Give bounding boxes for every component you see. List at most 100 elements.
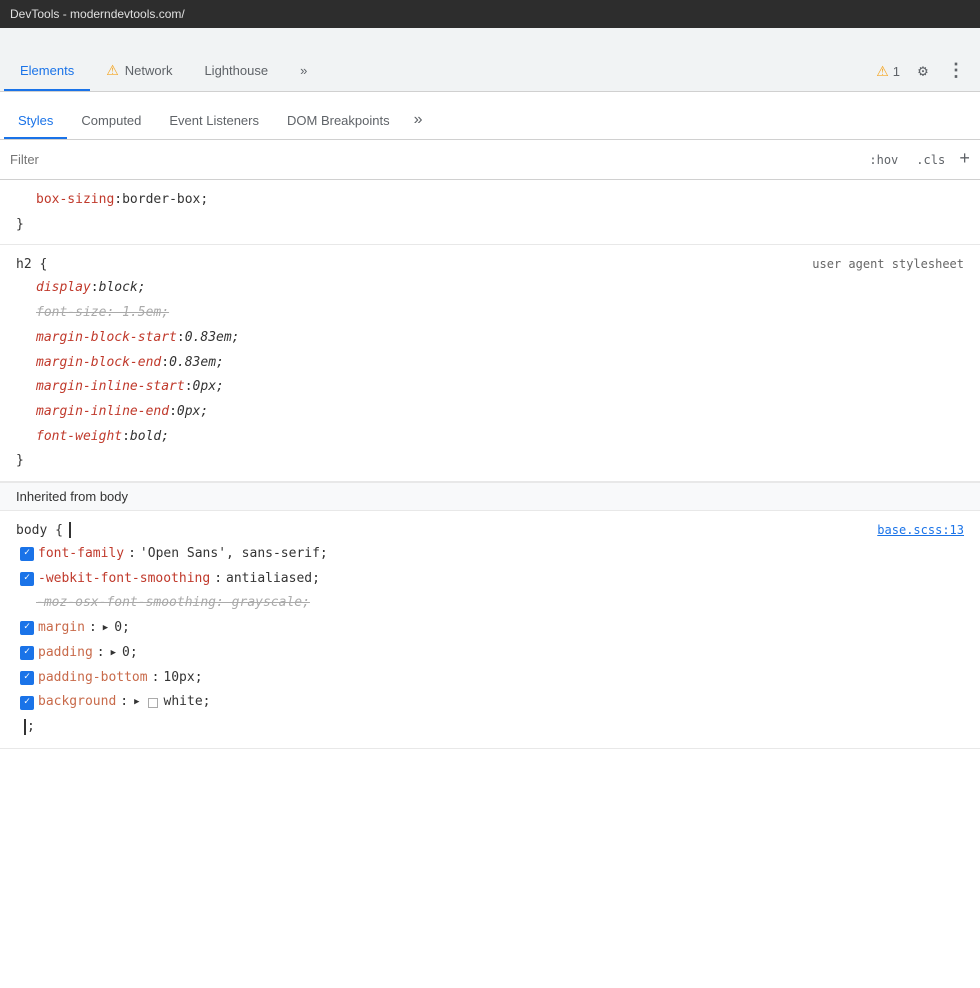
prop-margin-line: margin : ▶ 0; bbox=[16, 616, 964, 641]
prop-font-weight: font-weight : bold; bbox=[16, 425, 964, 450]
top-tabs-bar: Elements ⚠ Network Lighthouse » ⚠ 1 ⚙ ⋮ bbox=[0, 28, 980, 92]
warning-count: 1 bbox=[893, 64, 900, 79]
prop-value-margin-inline-end: 0px; bbox=[177, 400, 208, 425]
body-section: body { base.scss:13 font-family : 'Open … bbox=[0, 511, 980, 749]
prop-box-sizing: box-sizing : border-box; bbox=[16, 188, 964, 213]
filter-input[interactable] bbox=[10, 152, 865, 167]
tab-elements[interactable]: Elements bbox=[4, 51, 90, 91]
font-family-checkbox[interactable] bbox=[20, 547, 34, 561]
sub-tab-styles-label: Styles bbox=[18, 113, 53, 128]
prop-value-font-family: 'Open Sans', sans-serif; bbox=[140, 542, 328, 567]
prop-name-margin-inline-end: margin-inline-end bbox=[36, 400, 169, 425]
warning-icon: ⚠ bbox=[876, 63, 889, 80]
sub-tab-event-listeners[interactable]: Event Listeners bbox=[155, 103, 273, 139]
prop-moz-smoothing-strikethrough: -moz-osx-font-smoothing: grayscale; bbox=[36, 591, 310, 616]
prop-value-webkit-smoothing: antialiased; bbox=[226, 567, 320, 592]
prop-value-padding-bottom: 10px; bbox=[163, 666, 202, 691]
cls-button[interactable]: .cls bbox=[912, 151, 949, 169]
webkit-smoothing-checkbox[interactable] bbox=[20, 572, 34, 586]
prop-font-size-strikethrough: font-size: 1.5em; bbox=[36, 301, 169, 326]
prop-font-size: font-size: 1.5em; bbox=[16, 301, 964, 326]
sub-tab-more[interactable]: » bbox=[404, 103, 433, 139]
prop-value-margin-inline-start: 0px; bbox=[193, 375, 224, 400]
prop-value-box-sizing: border-box; bbox=[122, 188, 208, 213]
prop-webkit-smoothing-line: -webkit-font-smoothing : antialiased; bbox=[16, 567, 964, 592]
prop-margin-block-start: margin-block-start : 0.83em; bbox=[16, 326, 964, 351]
network-warning-icon: ⚠ bbox=[106, 62, 119, 79]
sub-tab-computed[interactable]: Computed bbox=[67, 103, 155, 139]
cursor-semicolon: ; bbox=[27, 715, 35, 740]
base-scss-link[interactable]: base.scss:13 bbox=[877, 520, 964, 542]
prop-value-font-weight: bold; bbox=[130, 425, 169, 450]
margin-checkbox[interactable] bbox=[20, 621, 34, 635]
prop-moz-smoothing-line: -moz-osx-font-smoothing: grayscale; bbox=[16, 591, 964, 616]
prop-name-padding-bottom: padding-bottom bbox=[38, 666, 148, 691]
filter-bar: :hov .cls + bbox=[0, 140, 980, 180]
h2-section-header: h2 { user agent stylesheet bbox=[16, 253, 964, 276]
hov-button[interactable]: :hov bbox=[865, 151, 902, 169]
padding-bottom-checkbox[interactable] bbox=[20, 671, 34, 685]
prop-display: display : block; bbox=[16, 276, 964, 301]
prop-margin-inline-end: margin-inline-end : 0px; bbox=[16, 400, 964, 425]
prop-name-font-weight: font-weight bbox=[36, 425, 122, 450]
prop-name-background: background bbox=[38, 690, 116, 715]
box-sizing-section: box-sizing : border-box; } bbox=[0, 180, 980, 245]
tab-lighthouse[interactable]: Lighthouse bbox=[188, 51, 284, 91]
prop-padding-bottom-line: padding-bottom : 10px; bbox=[16, 666, 964, 691]
prop-value-margin-block-end: 0.83em; bbox=[169, 351, 224, 376]
h2-close-brace: } bbox=[16, 449, 964, 472]
inherited-from-body: Inherited from body bbox=[0, 482, 980, 511]
prop-value-display: block; bbox=[99, 276, 146, 301]
sub-tab-computed-label: Computed bbox=[81, 113, 141, 128]
prop-name-webkit-smoothing: -webkit-font-smoothing bbox=[38, 567, 210, 592]
tab-lighthouse-label: Lighthouse bbox=[204, 63, 268, 78]
prop-margin-block-end: margin-block-end : 0.83em; bbox=[16, 351, 964, 376]
prop-name-margin-inline-start: margin-inline-start bbox=[36, 375, 185, 400]
background-triangle-icon[interactable]: ▶ bbox=[134, 694, 139, 711]
prop-name-margin-block-start: margin-block-start bbox=[36, 326, 177, 351]
user-agent-label: user agent stylesheet bbox=[812, 254, 964, 276]
h2-section: h2 { user agent stylesheet display : blo… bbox=[0, 245, 980, 482]
warning-badge[interactable]: ⚠ 1 bbox=[876, 63, 900, 80]
title-bar: DevTools - moderndevtools.com/ bbox=[0, 0, 980, 28]
prop-name-padding: padding bbox=[38, 641, 93, 666]
prop-background-line: background : ▶ white; bbox=[16, 690, 964, 715]
settings-button[interactable]: ⚙ bbox=[908, 56, 938, 86]
sub-tab-event-listeners-label: Event Listeners bbox=[169, 113, 259, 128]
h2-selector: h2 { bbox=[16, 253, 47, 276]
filter-buttons: :hov .cls + bbox=[865, 151, 970, 169]
sub-tab-styles[interactable]: Styles bbox=[4, 103, 67, 139]
prop-name-margin: margin bbox=[38, 616, 85, 641]
sub-tabs-bar: Styles Computed Event Listeners DOM Brea… bbox=[0, 92, 980, 140]
add-style-button[interactable]: + bbox=[959, 151, 970, 169]
padding-checkbox[interactable] bbox=[20, 646, 34, 660]
sub-tab-dom-breakpoints-label: DOM Breakpoints bbox=[287, 113, 390, 128]
prop-value-background: white; bbox=[164, 690, 211, 715]
title-text: DevTools - moderndevtools.com/ bbox=[10, 7, 185, 21]
inherited-from-label: Inherited from body bbox=[16, 489, 128, 504]
margin-triangle-icon[interactable]: ▶ bbox=[103, 620, 108, 637]
more-tabs-icon: » bbox=[300, 63, 307, 78]
padding-triangle-icon[interactable]: ▶ bbox=[111, 645, 116, 662]
body-selector: body { bbox=[16, 519, 71, 542]
prop-name-box-sizing: box-sizing bbox=[36, 188, 114, 213]
prop-value-margin-block-start: 0.83em; bbox=[185, 326, 240, 351]
prop-name-margin-block-end: margin-block-end bbox=[36, 351, 161, 376]
prop-value-margin: 0; bbox=[114, 616, 130, 641]
prop-margin-inline-start: margin-inline-start : 0px; bbox=[16, 375, 964, 400]
tab-network-label: Network bbox=[125, 63, 173, 78]
color-swatch-background[interactable] bbox=[148, 698, 158, 708]
prop-name-display: display bbox=[36, 276, 91, 301]
more-options-button[interactable]: ⋮ bbox=[946, 56, 966, 86]
sub-tab-dom-breakpoints[interactable]: DOM Breakpoints bbox=[273, 103, 404, 139]
top-tab-right-controls: ⚠ 1 ⚙ ⋮ bbox=[866, 51, 976, 91]
prop-name-font-family: font-family bbox=[38, 542, 124, 567]
cursor-line[interactable]: ; bbox=[16, 715, 964, 740]
tab-network[interactable]: ⚠ Network bbox=[90, 51, 188, 91]
tab-more[interactable]: » bbox=[284, 51, 323, 91]
prop-value-padding: 0; bbox=[122, 641, 138, 666]
styles-content: box-sizing : border-box; } h2 { user age… bbox=[0, 180, 980, 988]
tab-elements-label: Elements bbox=[20, 63, 74, 78]
background-checkbox[interactable] bbox=[20, 696, 34, 710]
close-brace-1: } bbox=[16, 213, 964, 236]
